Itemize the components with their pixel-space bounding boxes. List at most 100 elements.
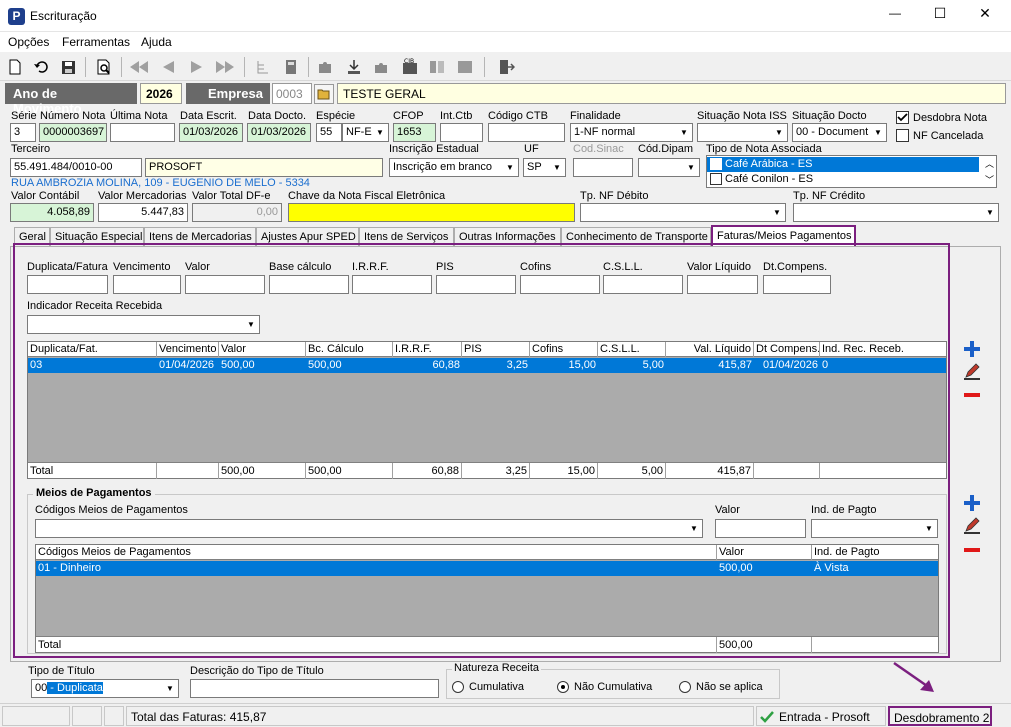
faturas-grid[interactable]: Duplicata/Fat. Vencimento Valor Bc. Cálc… bbox=[27, 341, 947, 479]
remove-meio-button[interactable] bbox=[961, 540, 983, 560]
desc-tipo-titulo-field[interactable] bbox=[190, 679, 439, 698]
col-irrf[interactable]: I.R.R.F. bbox=[393, 342, 462, 357]
block-icon[interactable] bbox=[454, 57, 476, 77]
new-icon[interactable] bbox=[4, 57, 26, 77]
col-pis[interactable]: PIS bbox=[462, 342, 530, 357]
tree-icon[interactable] bbox=[252, 57, 274, 77]
irrf-input[interactable] bbox=[352, 275, 432, 294]
valor-input[interactable] bbox=[185, 275, 265, 294]
cib-icon[interactable]: CIB bbox=[399, 57, 421, 77]
empresa-code-field[interactable]: 0003 bbox=[272, 83, 312, 104]
tp-nf-credito-select[interactable]: ▼ bbox=[793, 203, 999, 222]
preview-icon[interactable] bbox=[93, 57, 115, 77]
pis-input[interactable] bbox=[436, 275, 516, 294]
list-item[interactable]: Café Conilon - ES bbox=[707, 172, 979, 187]
codigo-ctb-field[interactable] bbox=[488, 123, 565, 142]
minimize-button[interactable]: — bbox=[880, 6, 910, 20]
previous-record-icon[interactable] bbox=[157, 57, 179, 77]
cofins-input[interactable] bbox=[520, 275, 600, 294]
menu-opcoes[interactable]: Opções bbox=[8, 35, 49, 49]
numero-nota-field[interactable]: 0000003697 bbox=[39, 123, 107, 142]
meios-grid[interactable]: Códigos Meios de Pagamentos Valor Ind. d… bbox=[35, 544, 939, 653]
table-row[interactable]: 03 01/04/2026 500,00 500,00 60,88 3,25 1… bbox=[28, 358, 946, 373]
cod-dipam-select[interactable]: ▼ bbox=[638, 158, 700, 177]
tp-nf-debito-select[interactable]: ▼ bbox=[580, 203, 786, 222]
col-dt-compens[interactable]: Dt Compens. bbox=[754, 342, 820, 357]
natureza-nao-aplica-radio[interactable] bbox=[679, 681, 691, 693]
col-ind-pagto[interactable]: Ind. de Pagto bbox=[812, 545, 938, 560]
valor-mercadorias-field[interactable]: 5.447,83 bbox=[98, 203, 188, 222]
valor-liquido-input[interactable] bbox=[687, 275, 758, 294]
dt-compens-input[interactable] bbox=[763, 275, 831, 294]
col-valor[interactable]: Valor bbox=[219, 342, 306, 357]
split-icon[interactable] bbox=[426, 57, 448, 77]
ind-pagto-select[interactable]: ▼ bbox=[811, 519, 938, 538]
add-fatura-button[interactable] bbox=[961, 339, 983, 359]
col-cofins[interactable]: Cofins bbox=[530, 342, 598, 357]
natureza-nao-cumulativa-radio[interactable] bbox=[557, 681, 569, 693]
data-docto-field[interactable]: 01/03/2026 bbox=[247, 123, 311, 142]
add-meio-button[interactable] bbox=[961, 493, 983, 513]
open-folder-icon[interactable] bbox=[314, 84, 334, 104]
valor-total-dfe-field[interactable]: 0,00 bbox=[192, 203, 282, 222]
scroll-down-icon[interactable]: ﹀ bbox=[985, 173, 994, 186]
duplicata-input[interactable] bbox=[27, 275, 108, 294]
last-record-icon[interactable] bbox=[214, 57, 236, 77]
col-val-liquido[interactable]: Val. Líquido bbox=[666, 342, 754, 357]
col-vencimento[interactable]: Vencimento bbox=[157, 342, 219, 357]
int-ctb-field[interactable] bbox=[440, 123, 483, 142]
col-codigos-meios[interactable]: Códigos Meios de Pagamentos bbox=[36, 545, 717, 560]
close-button[interactable]: ✕ bbox=[970, 5, 1000, 22]
especie-select[interactable]: NF-E ▼ bbox=[342, 123, 389, 142]
codigos-meios-select[interactable]: ▼ bbox=[35, 519, 703, 538]
inscricao-select[interactable]: Inscrição em branco ▼ bbox=[389, 158, 519, 177]
scroll-up-icon[interactable]: ︿ bbox=[985, 157, 994, 170]
meios-valor-input[interactable] bbox=[715, 519, 806, 538]
natureza-cumulativa-radio[interactable] bbox=[452, 681, 464, 693]
edit-fatura-button[interactable] bbox=[961, 362, 983, 382]
csll-input[interactable] bbox=[603, 275, 683, 294]
maximize-button[interactable]: ☐ bbox=[925, 5, 955, 22]
serie-field[interactable]: 3 bbox=[10, 123, 36, 142]
tipo-titulo-select[interactable]: 00 - Duplicata ▼ bbox=[31, 679, 179, 698]
valor-contabil-field[interactable]: 4.058,89 bbox=[10, 203, 94, 222]
next-record-icon[interactable] bbox=[186, 57, 208, 77]
calculator-icon[interactable] bbox=[280, 57, 302, 77]
cfop-field[interactable]: 1653 bbox=[393, 123, 436, 142]
situacao-iss-select[interactable]: ▼ bbox=[697, 123, 788, 142]
menu-ajuda[interactable]: Ajuda bbox=[141, 35, 172, 49]
col-ind-rec-receb[interactable]: Ind. Rec. Receb. bbox=[820, 342, 946, 357]
finalidade-select[interactable]: 1-NF normal ▼ bbox=[570, 123, 693, 142]
puzzle-2-icon[interactable] bbox=[371, 57, 393, 77]
first-record-icon[interactable] bbox=[128, 57, 150, 77]
import-icon[interactable] bbox=[343, 57, 365, 77]
terceiro-cnpj-field[interactable]: 55.491.484/0010-00 bbox=[10, 158, 142, 177]
indicador-receita-select[interactable]: ▼ bbox=[27, 315, 260, 334]
col-csll[interactable]: C.S.L.L. bbox=[598, 342, 666, 357]
ano-field[interactable]: 2026 bbox=[140, 83, 182, 104]
list-item[interactable]: Café Arábica - ES bbox=[707, 157, 979, 172]
col-duplicata[interactable]: Duplicata/Fat. bbox=[28, 342, 157, 357]
save-icon[interactable] bbox=[57, 57, 79, 77]
situacao-docto-select[interactable]: 00 - Document ▼ bbox=[792, 123, 887, 142]
especie-code-field[interactable]: 55 bbox=[316, 123, 342, 142]
ultima-nota-field[interactable] bbox=[110, 123, 175, 142]
desdobra-nota-checkbox[interactable] bbox=[896, 111, 909, 124]
exit-icon[interactable] bbox=[495, 57, 517, 77]
col-bc-calculo[interactable]: Bc. Cálculo bbox=[306, 342, 393, 357]
menu-ferramentas[interactable]: Ferramentas bbox=[62, 35, 130, 49]
edit-meio-button[interactable] bbox=[961, 516, 983, 536]
chave-nfe-field[interactable] bbox=[288, 203, 575, 222]
col-meios-valor[interactable]: Valor bbox=[717, 545, 812, 560]
tipo-nota-assoc-list[interactable]: Café Arábica - ES Café Conilon - ES ︿ ﹀ bbox=[706, 155, 997, 188]
base-calculo-input[interactable] bbox=[269, 275, 349, 294]
remove-fatura-button[interactable] bbox=[961, 385, 983, 405]
puzzle-icon[interactable] bbox=[315, 57, 337, 77]
cod-sinac-field[interactable] bbox=[573, 158, 633, 177]
data-escrit-field[interactable]: 01/03/2026 bbox=[179, 123, 243, 142]
table-row[interactable]: 01 - Dinheiro 500,00 À Vista bbox=[36, 561, 938, 576]
vencimento-input[interactable] bbox=[113, 275, 181, 294]
undo-icon[interactable] bbox=[30, 57, 52, 77]
uf-select[interactable]: SP ▼ bbox=[523, 158, 566, 177]
nf-cancelada-checkbox[interactable] bbox=[896, 129, 909, 142]
